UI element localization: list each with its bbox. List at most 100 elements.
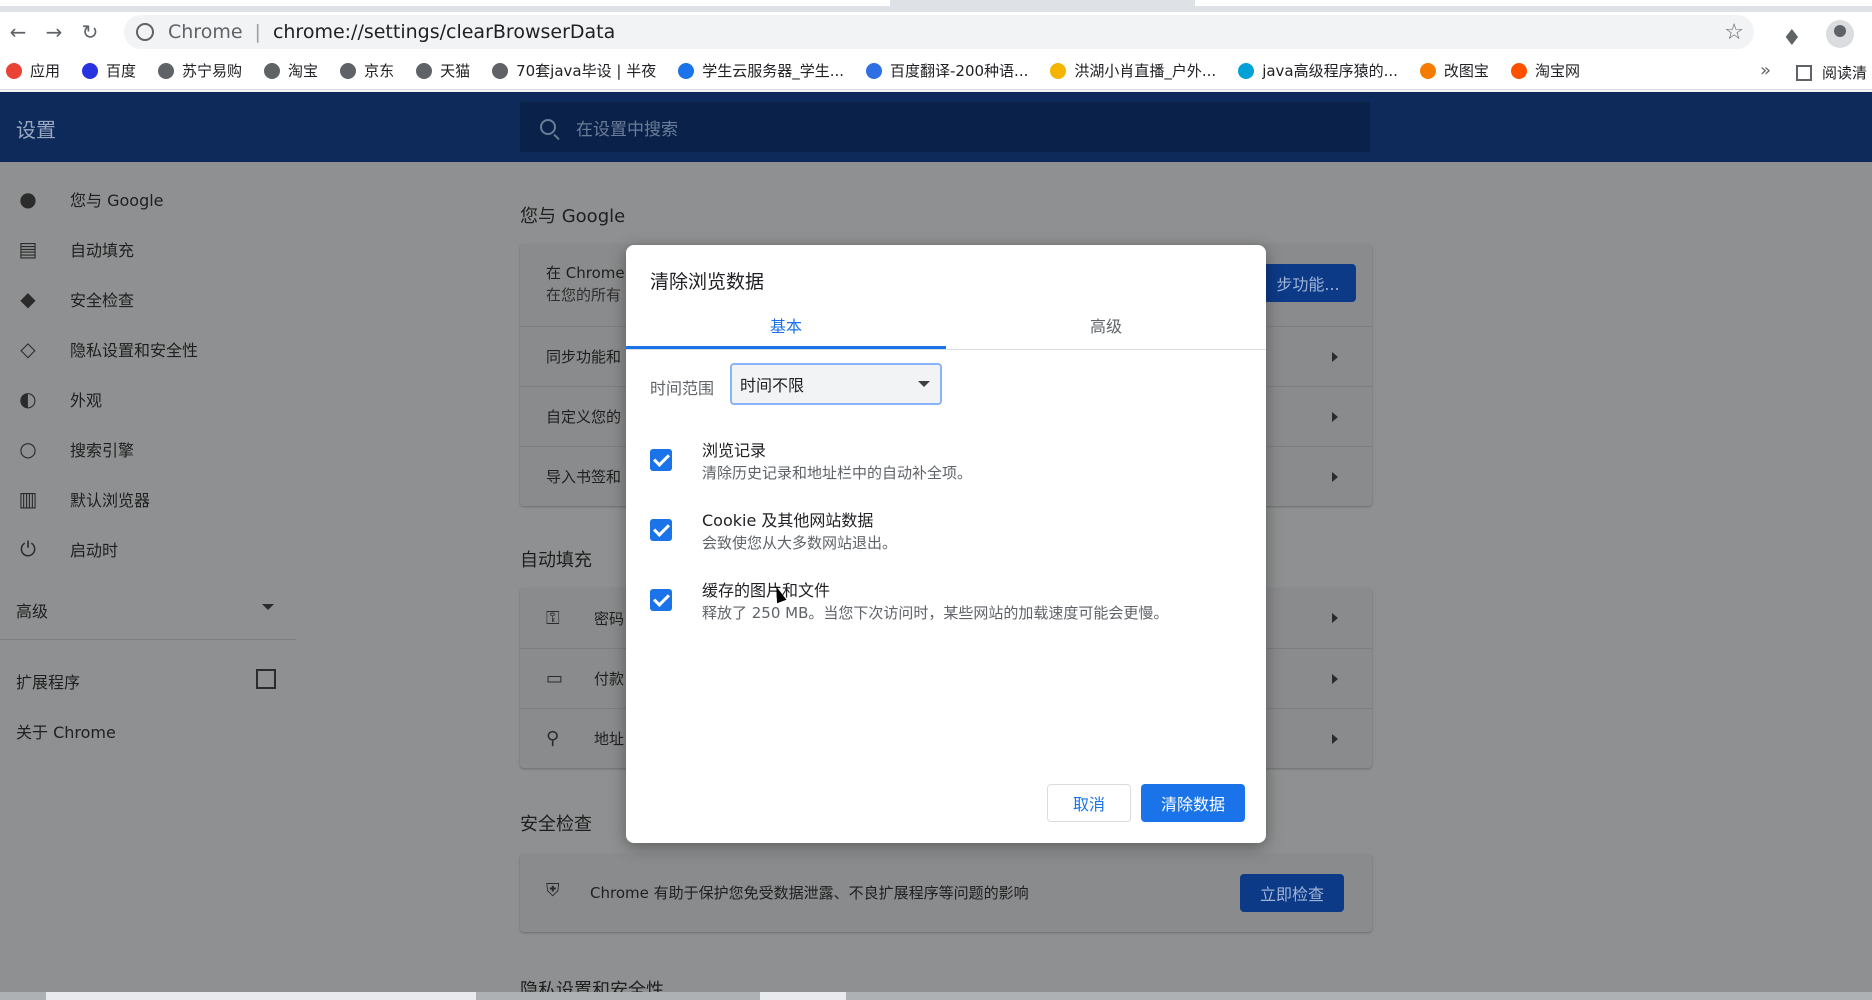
- bookmark-item[interactable]: 天猫: [416, 60, 470, 81]
- browser-toolbar: ← → ↻ Chrome | chrome://settings/clearBr…: [0, 12, 1872, 52]
- apps-grid-icon: [6, 62, 22, 79]
- bookmarks-overflow-icon[interactable]: »: [1760, 60, 1771, 81]
- bookmark-label: 改图宝: [1443, 62, 1489, 80]
- option-browsing-history: 浏览记录 清除历史记录和地址栏中的自动补全项。: [650, 437, 1240, 489]
- sidebar-item-label: 隐私设置和安全性: [70, 341, 199, 360]
- sidebar-item[interactable]: ● 您与 Google: [0, 174, 300, 224]
- shield-icon: ◇: [20, 337, 36, 361]
- globe-icon: [340, 62, 357, 79]
- bookmark-label: 京东: [364, 62, 395, 80]
- chevron-down-icon[interactable]: [262, 604, 274, 610]
- bookmark-label: 淘宝: [288, 62, 319, 80]
- power-icon: ⏻: [20, 537, 36, 561]
- extensions-puzzle-icon[interactable]: ♦: [1782, 26, 1802, 51]
- bottom-taskbar-strip: [0, 992, 1872, 1000]
- bookmark-item[interactable]: java高级程序猿的...: [1238, 60, 1398, 81]
- section-heading-you-and-google: 您与 Google: [520, 206, 626, 227]
- bookmark-item[interactable]: 百度: [82, 60, 136, 81]
- tab-advanced[interactable]: 高级: [946, 313, 1266, 351]
- clear-data-button[interactable]: 清除数据: [1141, 784, 1245, 822]
- bilibili-icon: [1238, 62, 1255, 79]
- bookmark-label: 天猫: [440, 62, 471, 80]
- bookmark-item[interactable]: 苏宁易购: [158, 60, 242, 81]
- sidebar-item[interactable]: ◇ 隐私设置和安全性: [0, 324, 300, 374]
- chevron-right-icon: [1332, 471, 1338, 482]
- taobao-icon: [1510, 62, 1527, 79]
- bookmark-star-icon[interactable]: ☆: [1724, 20, 1744, 45]
- sidebar-item[interactable]: ◐ 外观: [0, 374, 300, 424]
- forward-icon[interactable]: →: [36, 14, 72, 50]
- sidebar-item-label: 默认浏览器: [70, 491, 151, 510]
- omnibox-url: chrome://settings/clearBrowserData: [272, 21, 616, 43]
- tab-strip: [0, 0, 1872, 12]
- reading-list-label: 阅读清: [1822, 64, 1868, 82]
- sidebar-item[interactable]: ▥ 默认浏览器: [0, 474, 300, 524]
- bookmark-item[interactable]: 改图宝: [1419, 60, 1489, 81]
- bookmark-item[interactable]: 洪湖小肖直播_户外...: [1050, 60, 1216, 81]
- sidebar-item[interactable]: ◆ 安全检查: [0, 274, 300, 324]
- tab-strip-active[interactable]: [0, 0, 890, 6]
- bookmark-label: 应用: [30, 62, 61, 80]
- bookmark-item[interactable]: 淘宝网: [1510, 60, 1580, 81]
- profile-avatar-icon[interactable]: [1826, 20, 1854, 48]
- bookmark-item[interactable]: 70套java毕设 | 半夜: [492, 60, 656, 81]
- sidebar-advanced[interactable]: 高级: [16, 598, 48, 622]
- option-cookies: Cookie 及其他网站数据 会致使您从大多数网站退出。: [650, 507, 1240, 559]
- address-bar[interactable]: Chrome | chrome://settings/clearBrowserD…: [124, 15, 1754, 49]
- chevron-right-icon: [1332, 411, 1338, 422]
- check-now-button[interactable]: 立即检查: [1240, 874, 1344, 912]
- option-description: 释放了 250 MB。当您下次访问时，某些网站的加载速度可能会更慢。: [702, 604, 1169, 622]
- reload-icon[interactable]: ↻: [72, 14, 108, 50]
- translate-icon: [866, 62, 883, 79]
- taskbar-segment: [760, 992, 846, 1000]
- chevron-right-icon: [1332, 613, 1338, 623]
- reading-list-button[interactable]: 阅读清: [1796, 62, 1867, 83]
- bookmark-label: 百度翻译-200种语...: [890, 62, 1029, 80]
- sidebar-item[interactable]: ▤ 自动填充: [0, 224, 300, 274]
- cancel-button[interactable]: 取消: [1047, 784, 1131, 822]
- row-label: 自定义您的: [546, 408, 622, 426]
- bookmark-item[interactable]: 京东: [340, 60, 394, 81]
- sync-card-line1: 在 Chrome: [546, 264, 625, 282]
- bookmark-item[interactable]: 百度翻译-200种语...: [866, 60, 1028, 81]
- option-cached-files: 缓存的图片和文件 释放了 250 MB。当您下次访问时，某些网站的加载速度可能会…: [650, 577, 1240, 629]
- settings-search-input[interactable]: 在设置中搜索: [520, 102, 1370, 152]
- bookmarks-bar: 应用 百度 苏宁易购 淘宝 京东 天猫 70套java毕设 | 半夜 学生云服务器_学生...…: [0, 52, 1872, 90]
- open-in-new-icon[interactable]: [256, 669, 276, 689]
- reading-list-icon: [1796, 64, 1812, 81]
- option-title: Cookie 及其他网站数据: [702, 511, 874, 530]
- cookies-checkbox[interactable]: [650, 519, 672, 541]
- sidebar-item-label: 外观: [70, 391, 103, 410]
- bookmark-item[interactable]: 淘宝: [264, 60, 318, 81]
- sidebar-item[interactable]: ⏻ 启动时: [0, 524, 300, 574]
- search-icon: [540, 119, 556, 135]
- tab-strip-other[interactable]: [1195, 0, 1872, 6]
- sidebar-item-label: 自动填充: [70, 241, 135, 260]
- person-icon: ●: [19, 187, 37, 211]
- sidebar-item[interactable]: ○ 搜索引擎: [0, 424, 300, 474]
- turn-on-sync-button[interactable]: 步功能...: [1260, 264, 1356, 302]
- clear-browsing-data-dialog: 清除浏览数据 基本 高级 时间范围 时间不限 浏览记录 清除历史记录和地址栏中的…: [626, 245, 1266, 843]
- location-pin-icon: ⚲: [546, 728, 560, 749]
- cached-files-checkbox[interactable]: [650, 589, 672, 611]
- sidebar-extensions[interactable]: 扩展程序: [16, 669, 80, 693]
- orange-square-icon: [1419, 62, 1436, 79]
- bee-icon: [1050, 62, 1067, 79]
- sidebar-about-chrome[interactable]: 关于 Chrome: [16, 719, 116, 743]
- browsing-history-checkbox[interactable]: [650, 449, 672, 471]
- shield-check-icon: ⛨: [546, 880, 560, 901]
- bookmark-item[interactable]: 应用: [6, 60, 60, 81]
- safety-check-card: ⛨ Chrome 有助于保护您免受数据泄露、不良扩展程序等问题的影响 立即检查: [520, 854, 1372, 932]
- palette-icon: ◐: [19, 387, 37, 411]
- row-label: 导入书签和: [546, 468, 622, 486]
- browser-icon: ▥: [18, 487, 38, 511]
- clipboard-icon: ▤: [18, 237, 38, 261]
- row-label: 付款: [594, 670, 625, 688]
- omnibox-scheme: Chrome: [168, 21, 243, 43]
- shield-check-icon: ◆: [20, 287, 36, 311]
- bookmark-label: 70套java毕设 | 半夜: [516, 62, 657, 80]
- row-label: 地址: [594, 730, 625, 748]
- time-range-select[interactable]: 时间不限: [730, 363, 942, 405]
- bookmark-item[interactable]: 学生云服务器_学生...: [678, 60, 844, 81]
- back-icon[interactable]: ←: [0, 14, 36, 50]
